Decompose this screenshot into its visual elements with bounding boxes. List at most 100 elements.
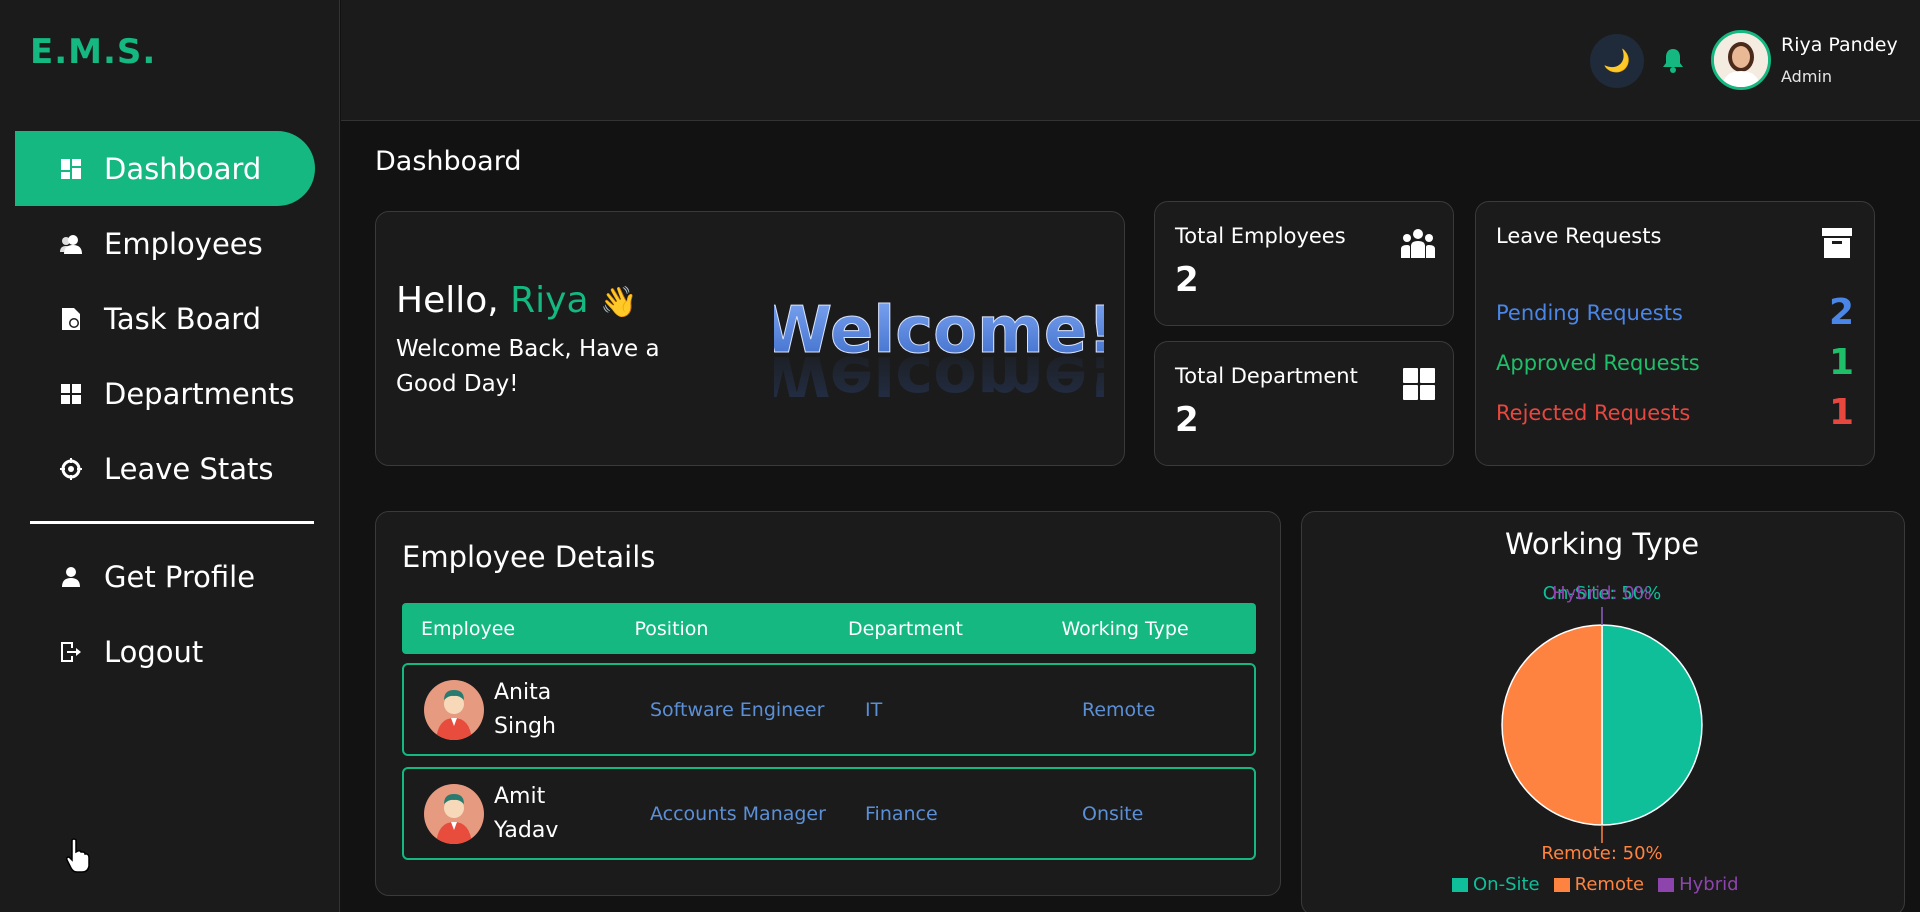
sidebar-item-leave-stats[interactable]: Leave Stats — [15, 431, 315, 506]
employee-cell: Amit Yadav — [404, 780, 650, 848]
stat-label: Total Department — [1175, 364, 1358, 388]
working-type-pie-chart: On-Site: 50%Remote: 50%Hybrid: 0% — [1501, 583, 1703, 864]
total-department-card[interactable]: Total Department 2 — [1154, 341, 1454, 466]
sidebar-item-departments[interactable]: Departments — [15, 356, 315, 431]
column-header: Employee — [421, 617, 516, 640]
stat-value: 2 — [1175, 400, 1199, 440]
sidebar-item-label: Employees — [104, 226, 263, 261]
sidebar-item-label: Departments — [104, 376, 295, 411]
pie-slice-on-site[interactable] — [1601, 624, 1703, 826]
leave-row-approved[interactable]: Approved Requests 1 — [1496, 342, 1854, 383]
greeting: Hello, Riya 👋 — [396, 280, 637, 321]
welcome-subtitle: Welcome Back, Have a Good Day! — [396, 336, 660, 397]
legend-swatch — [1553, 877, 1570, 892]
welcome-card: Hello, Riya 👋 Welcome Back, Have a Good … — [375, 211, 1125, 466]
people-icon — [1401, 228, 1435, 264]
hand-cursor-icon — [66, 838, 90, 878]
user-icon — [60, 566, 82, 588]
sidebar-item-employees[interactable]: Employees — [15, 206, 315, 281]
sidebar-nav: Dashboard Employees Task Board Departmen… — [15, 131, 315, 506]
chart-legend: On-Site Remote Hybrid — [1452, 874, 1739, 895]
employee-name: Amit Yadav — [494, 783, 559, 843]
leave-label: Approved Requests — [1496, 350, 1700, 375]
employee-department: IT — [865, 698, 883, 721]
user-avatar[interactable] — [1711, 30, 1771, 90]
sidebar: E.M.S. Dashboard Employees Task Board De… — [0, 0, 340, 912]
sidebar-bottom-nav: Get Profile Logout — [15, 539, 315, 689]
table-row[interactable]: Anita Singh Software Engineer IT Remote — [402, 663, 1256, 756]
employee-details-title: Employee Details — [402, 540, 656, 574]
working-type-chart-card: Working Type On-Site: 50% Remote: 50% Hybr… — [1301, 511, 1905, 912]
welcome-art: Welcome! Welcome! — [774, 294, 1104, 398]
column-header: Department — [848, 617, 963, 640]
greeting-prefix: Hello, — [396, 280, 511, 321]
wave-icon: 👋 — [599, 285, 638, 320]
grid-icon — [1403, 368, 1435, 404]
stat-label: Total Employees — [1175, 224, 1346, 248]
table-row[interactable]: Amit Yadav Accounts Manager Finance Onsi… — [402, 767, 1256, 860]
leave-value: 1 — [1828, 342, 1854, 383]
sidebar-item-label: Logout — [104, 634, 204, 669]
table-header: Employee Position Department Working Typ… — [402, 603, 1256, 654]
svg-text:Welcome!: Welcome! — [774, 341, 1104, 397]
employee-position: Accounts Manager — [650, 802, 826, 825]
leave-requests-card: Leave Requests Pending Requests 2 Approv… — [1475, 201, 1875, 466]
total-employees-card[interactable]: Total Employees 2 — [1154, 201, 1454, 326]
task-icon — [60, 307, 82, 330]
sidebar-divider — [30, 521, 314, 524]
leave-label: Rejected Requests — [1496, 400, 1691, 425]
legend-label: Remote — [1574, 874, 1645, 895]
crosshair-icon — [60, 457, 82, 480]
pie-data-label: Remote: 50% — [1541, 843, 1662, 864]
pie-slice-remote[interactable] — [1501, 624, 1603, 826]
employee-working-type: Onsite — [1082, 802, 1144, 825]
logout-icon — [60, 641, 82, 663]
column-header: Position — [634, 617, 709, 640]
theme-toggle-button[interactable]: 🌙 — [1590, 34, 1644, 88]
employee-department: Finance — [865, 802, 938, 825]
legend-label: Hybrid — [1679, 874, 1739, 895]
greeting-name: Riya — [510, 280, 589, 321]
sidebar-item-label: Leave Stats — [104, 451, 274, 486]
archive-icon — [1822, 228, 1852, 262]
leave-title: Leave Requests — [1496, 224, 1662, 248]
employee-cell: Anita Singh — [404, 676, 650, 744]
dashboard-icon — [60, 158, 82, 180]
user-name: Riya Pandey — [1781, 34, 1898, 56]
employee-avatar — [424, 679, 484, 740]
column-header: Working Type — [1061, 617, 1189, 640]
stat-value: 2 — [1175, 260, 1199, 300]
sidebar-item-label: Task Board — [104, 301, 262, 336]
sidebar-item-logout[interactable]: Logout — [15, 614, 315, 689]
employee-working-type: Remote — [1082, 698, 1156, 721]
sidebar-item-label: Get Profile — [104, 559, 256, 594]
users-icon — [60, 233, 82, 255]
app-logo[interactable]: E.M.S. — [30, 32, 156, 72]
pie-data-label: Hybrid: 0% — [1552, 583, 1652, 604]
sidebar-item-label: Dashboard — [104, 151, 262, 186]
page-title: Dashboard — [375, 146, 522, 177]
leave-value: 1 — [1828, 392, 1854, 433]
legend-label: On-Site — [1473, 874, 1540, 895]
employee-name: Anita Singh — [494, 679, 556, 739]
legend-item-hybrid[interactable]: Hybrid — [1658, 874, 1739, 895]
legend-item-on-site[interactable]: On-Site — [1452, 874, 1540, 895]
grid-icon — [60, 383, 82, 405]
leave-label: Pending Requests — [1496, 300, 1683, 325]
top-bar: 🌙 Riya Pandey Admin — [341, 0, 1920, 121]
sidebar-item-get-profile[interactable]: Get Profile — [15, 539, 315, 614]
employee-position: Software Engineer — [650, 698, 825, 721]
user-role: Admin — [1781, 67, 1832, 86]
legend-swatch — [1452, 877, 1468, 892]
sidebar-item-dashboard[interactable]: Dashboard — [15, 131, 315, 206]
leave-value: 2 — [1828, 292, 1854, 333]
sidebar-item-task-board[interactable]: Task Board — [15, 281, 315, 356]
legend-swatch — [1658, 877, 1675, 892]
bell-icon[interactable] — [1661, 47, 1685, 77]
leave-row-pending[interactable]: Pending Requests 2 — [1496, 292, 1854, 333]
moon-icon: 🌙 — [1603, 48, 1631, 74]
leave-row-rejected[interactable]: Rejected Requests 1 — [1496, 392, 1854, 433]
employee-avatar — [424, 783, 484, 844]
employee-details-card: Employee Details Employee Position Depar… — [375, 511, 1281, 896]
legend-item-remote[interactable]: Remote — [1553, 874, 1645, 895]
